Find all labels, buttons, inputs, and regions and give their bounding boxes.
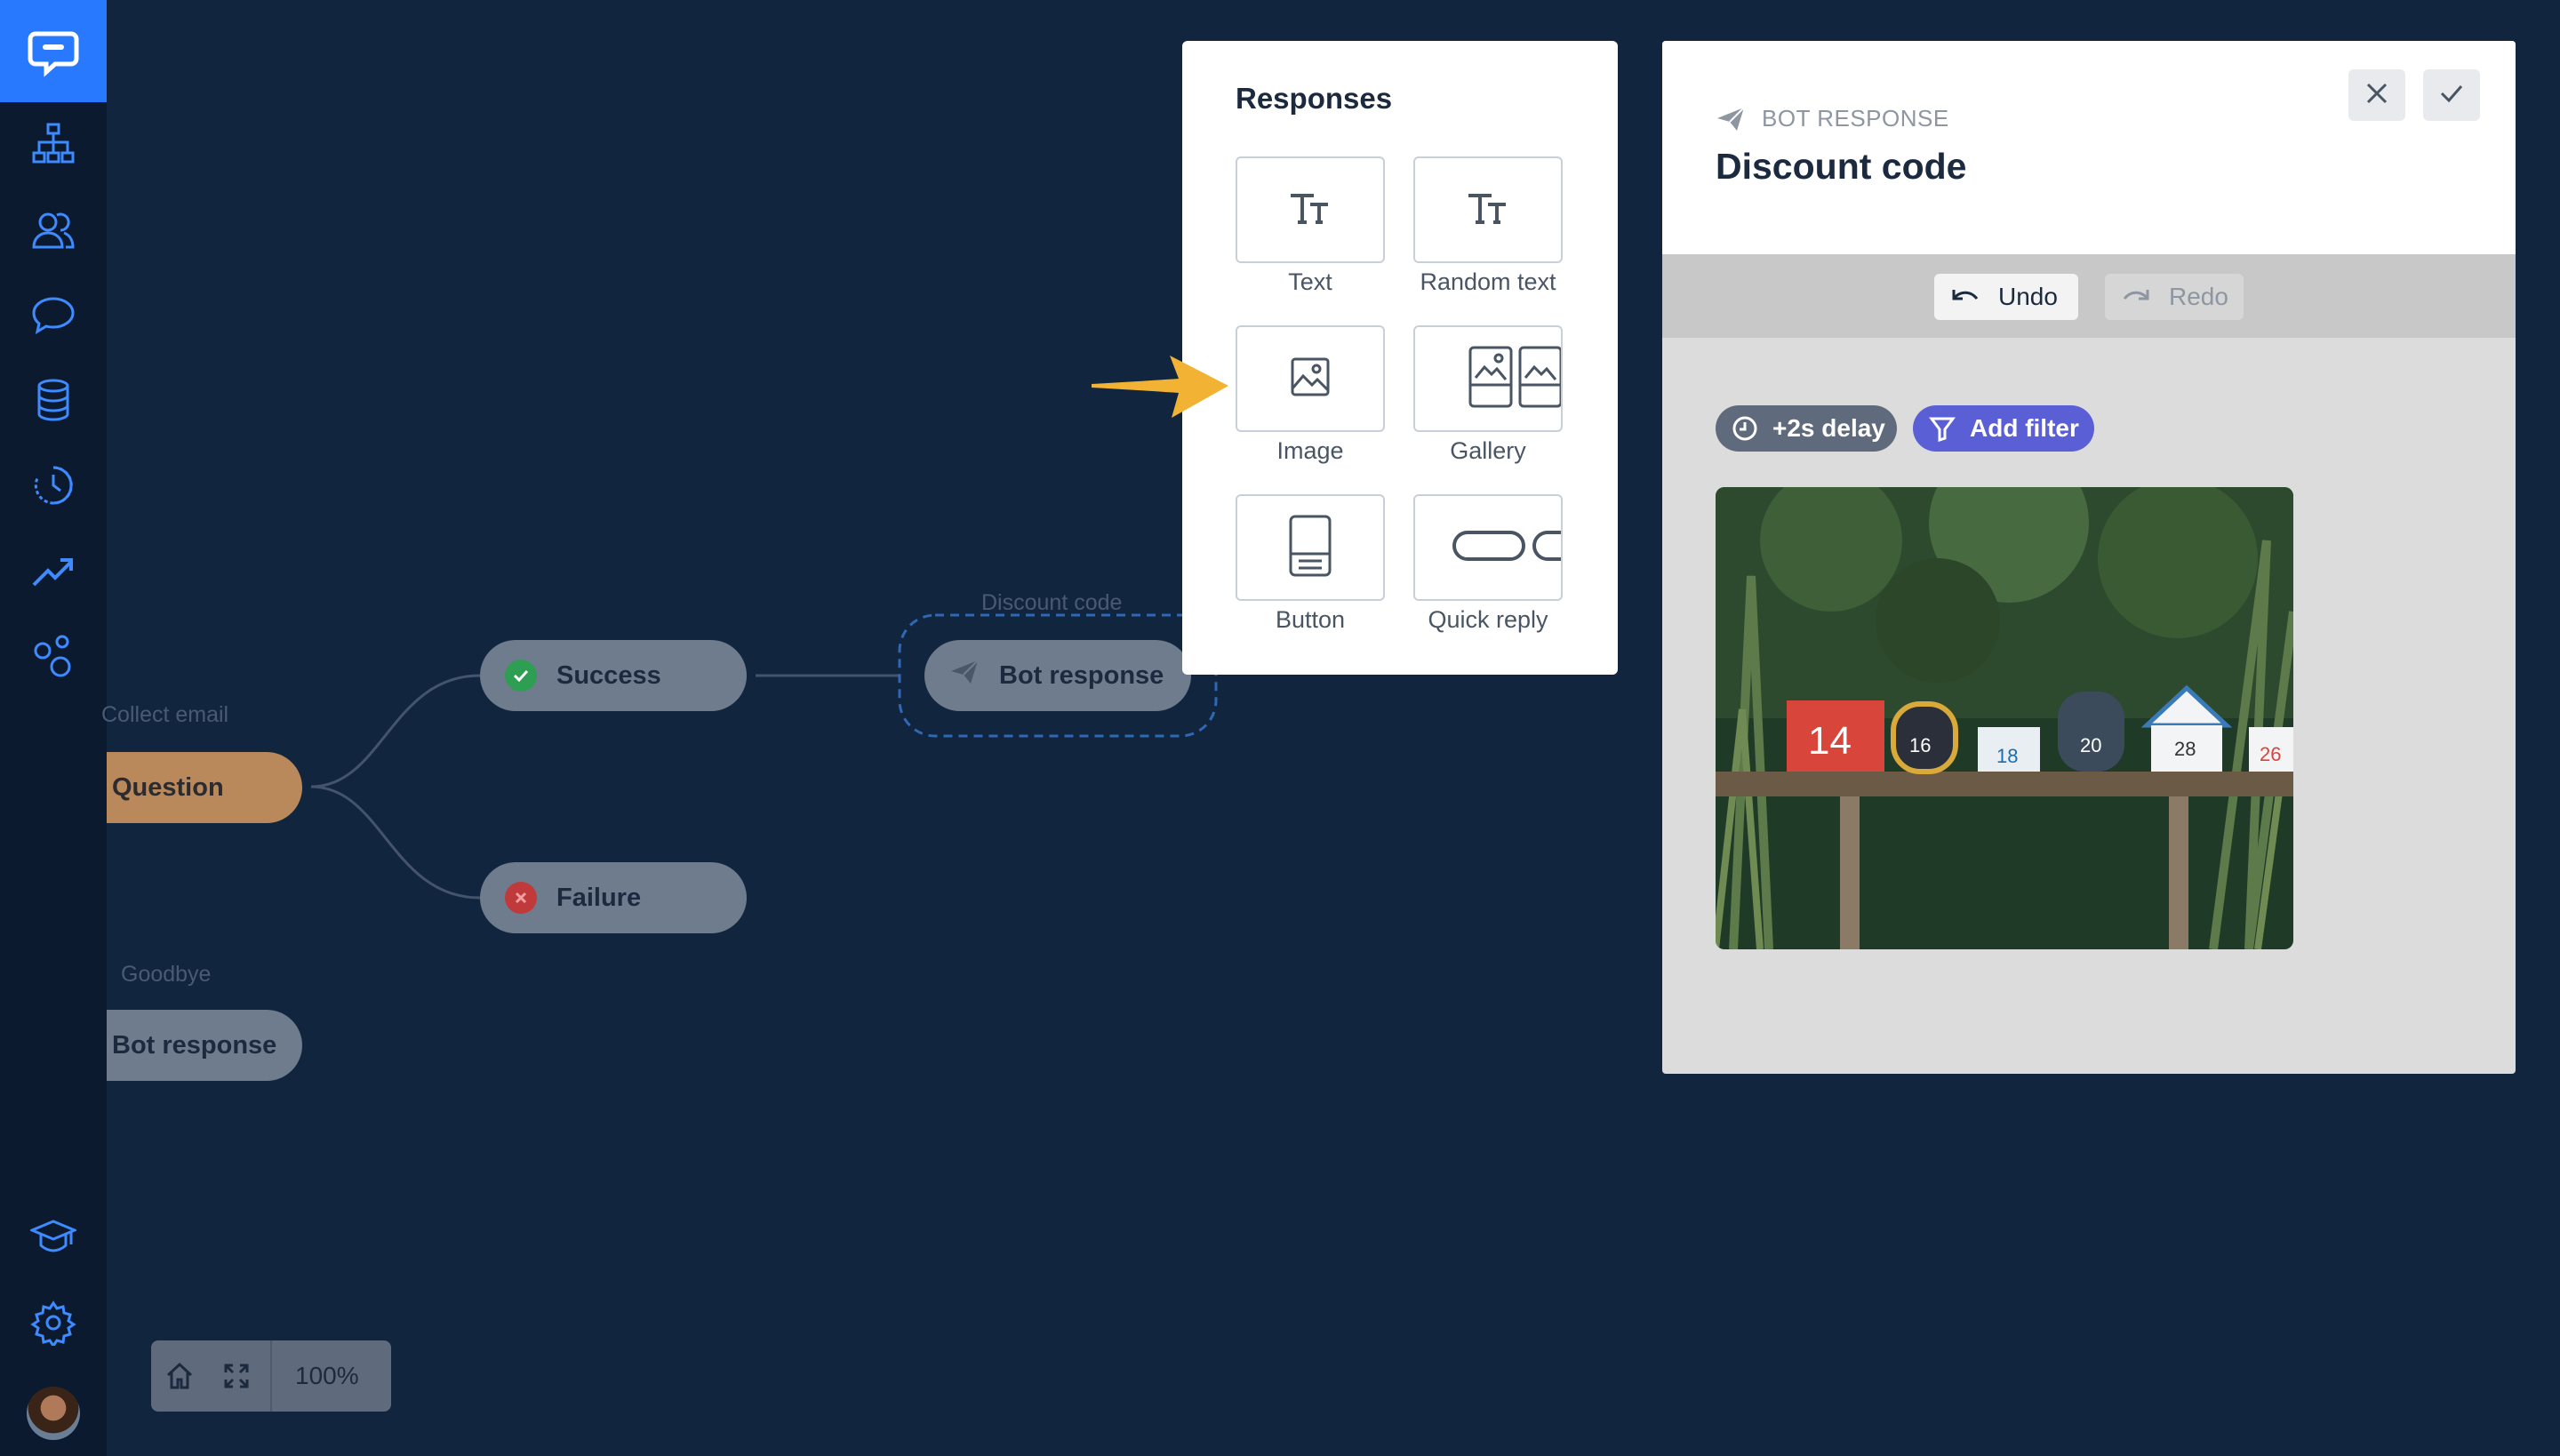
mailboxes-photo: 14 16 18 20 28 26 bbox=[1716, 487, 2293, 949]
node-goodbye-bot-response[interactable]: Bot response bbox=[107, 1010, 302, 1081]
redo-icon bbox=[2121, 286, 2151, 308]
mailbox-number-16: 16 bbox=[1909, 734, 1931, 756]
check-icon bbox=[505, 660, 537, 692]
node-success-label: Success bbox=[556, 660, 661, 690]
mailbox-number-26: 26 bbox=[2260, 743, 2281, 765]
clock-icon bbox=[1732, 415, 1758, 442]
response-image-button[interactable] bbox=[1236, 325, 1385, 432]
response-image-preview[interactable]: 14 16 18 20 28 26 bbox=[1716, 487, 2293, 949]
add-filter-label: Add filter bbox=[1970, 414, 2079, 442]
zoom-level: 100% bbox=[295, 1362, 359, 1389]
node-success[interactable]: Success bbox=[480, 640, 747, 711]
bot-response-editor: BOT RESPONSE Discount code Undo Redo +2s… bbox=[1662, 41, 2516, 1074]
home-icon[interactable] bbox=[151, 1340, 208, 1412]
node-discount-bot-response[interactable]: Bot response bbox=[924, 640, 1191, 711]
node-failure-label: Failure bbox=[556, 883, 642, 912]
node-label-goodbye: Goodbye bbox=[121, 962, 212, 987]
responses-title: Responses bbox=[1236, 82, 1393, 115]
response-text-label: Text bbox=[1288, 268, 1332, 295]
response-button-label: Button bbox=[1275, 606, 1346, 633]
close-circle-icon bbox=[505, 882, 537, 914]
confirm-button[interactable] bbox=[2423, 69, 2480, 121]
node-goodbye-label: Bot response bbox=[112, 1030, 277, 1060]
close-icon bbox=[2365, 82, 2388, 109]
fullscreen-icon[interactable] bbox=[208, 1340, 265, 1412]
response-random-text-label: Random text bbox=[1420, 268, 1556, 295]
undo-label: Undo bbox=[1998, 283, 2058, 310]
send-icon bbox=[1716, 106, 1746, 132]
flow-connectors bbox=[310, 613, 1218, 900]
response-button-button[interactable] bbox=[1236, 494, 1385, 601]
response-random-text-button[interactable] bbox=[1413, 156, 1563, 263]
random-text-icon bbox=[1467, 190, 1509, 230]
node-label-collect-email: Collect email bbox=[101, 702, 229, 727]
close-button[interactable] bbox=[2348, 69, 2405, 121]
button-icon bbox=[1288, 515, 1332, 581]
responses-popup: Responses Text Random text Image Gallery… bbox=[1182, 41, 1618, 675]
mailbox-number-18: 18 bbox=[1996, 745, 2018, 767]
response-quick-reply-button[interactable] bbox=[1413, 494, 1563, 601]
response-gallery-label: Gallery bbox=[1450, 437, 1526, 464]
zoom-bar: 100% bbox=[151, 1340, 391, 1412]
arrow-right-annotation bbox=[1092, 356, 1228, 418]
response-quick-reply-label: Quick reply bbox=[1428, 606, 1548, 633]
node-question[interactable]: Question bbox=[107, 752, 302, 823]
check-icon bbox=[2439, 83, 2464, 108]
redo-button[interactable]: Redo bbox=[2105, 274, 2244, 320]
delay-label: +2s delay bbox=[1772, 414, 1885, 442]
editor-kind: BOT RESPONSE bbox=[1716, 105, 1949, 132]
undo-button[interactable]: Undo bbox=[1934, 274, 2078, 320]
gallery-icon bbox=[1468, 346, 1561, 412]
editor-kind-label: BOT RESPONSE bbox=[1762, 105, 1949, 132]
mailbox-number-28: 28 bbox=[2174, 738, 2196, 760]
editor-title: Discount code bbox=[1716, 146, 1967, 187]
filter-icon bbox=[1929, 415, 1956, 442]
delay-chip[interactable]: +2s delay bbox=[1716, 405, 1897, 452]
undo-redo-bar: Undo Redo bbox=[1662, 254, 2516, 338]
mailbox-number-20: 20 bbox=[2080, 734, 2101, 756]
response-image-label: Image bbox=[1276, 437, 1344, 464]
redo-label: Redo bbox=[2169, 283, 2228, 310]
text-icon bbox=[1289, 190, 1332, 230]
image-icon bbox=[1290, 356, 1331, 402]
zoom-divider bbox=[270, 1340, 272, 1412]
add-filter-button[interactable]: Add filter bbox=[1913, 405, 2094, 452]
undo-icon bbox=[1950, 286, 1980, 308]
node-label-discount-code: Discount code bbox=[981, 590, 1123, 615]
response-gallery-button[interactable] bbox=[1413, 325, 1563, 432]
quick-reply-icon bbox=[1452, 530, 1561, 565]
send-icon bbox=[949, 659, 980, 692]
node-question-label: Question bbox=[112, 772, 224, 802]
mailbox-number-14: 14 bbox=[1808, 719, 1852, 763]
node-discount-label: Bot response bbox=[999, 660, 1164, 690]
node-failure[interactable]: Failure bbox=[480, 862, 747, 933]
response-text-button[interactable] bbox=[1236, 156, 1385, 263]
